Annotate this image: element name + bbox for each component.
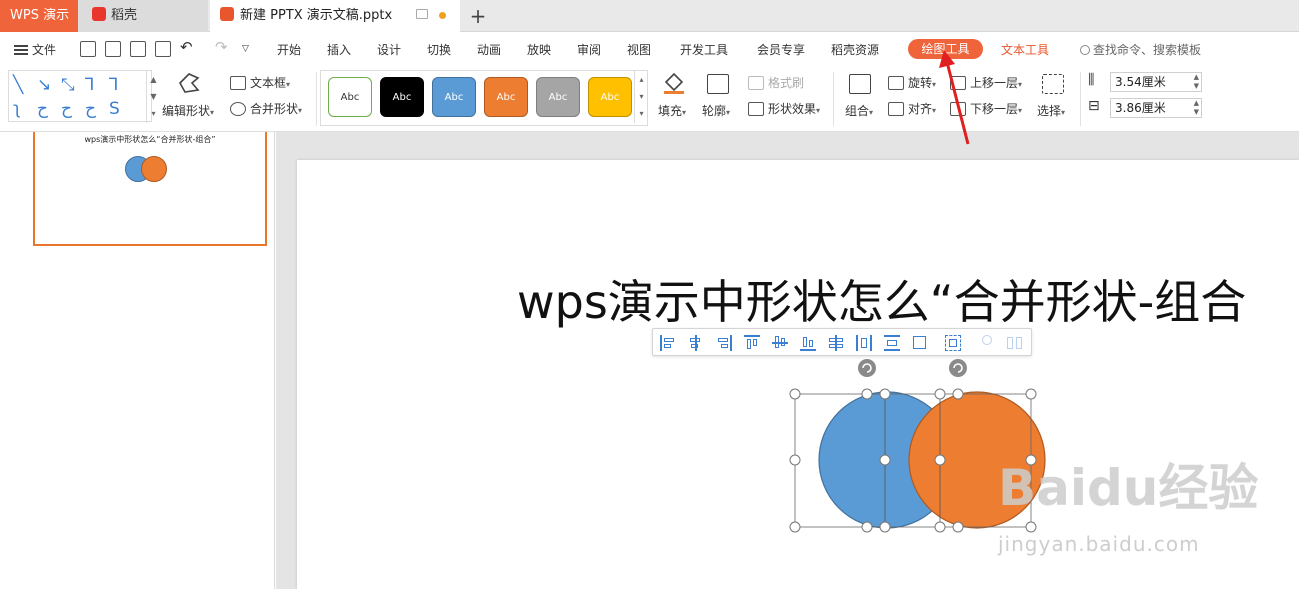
- baidu-watermark: Baidu经验: [998, 459, 1259, 517]
- annotation-arrowhead: [939, 50, 955, 68]
- annotation-arrow: [945, 61, 970, 145]
- baidu-watermark-url: jingyan.baidu.com: [998, 532, 1200, 556]
